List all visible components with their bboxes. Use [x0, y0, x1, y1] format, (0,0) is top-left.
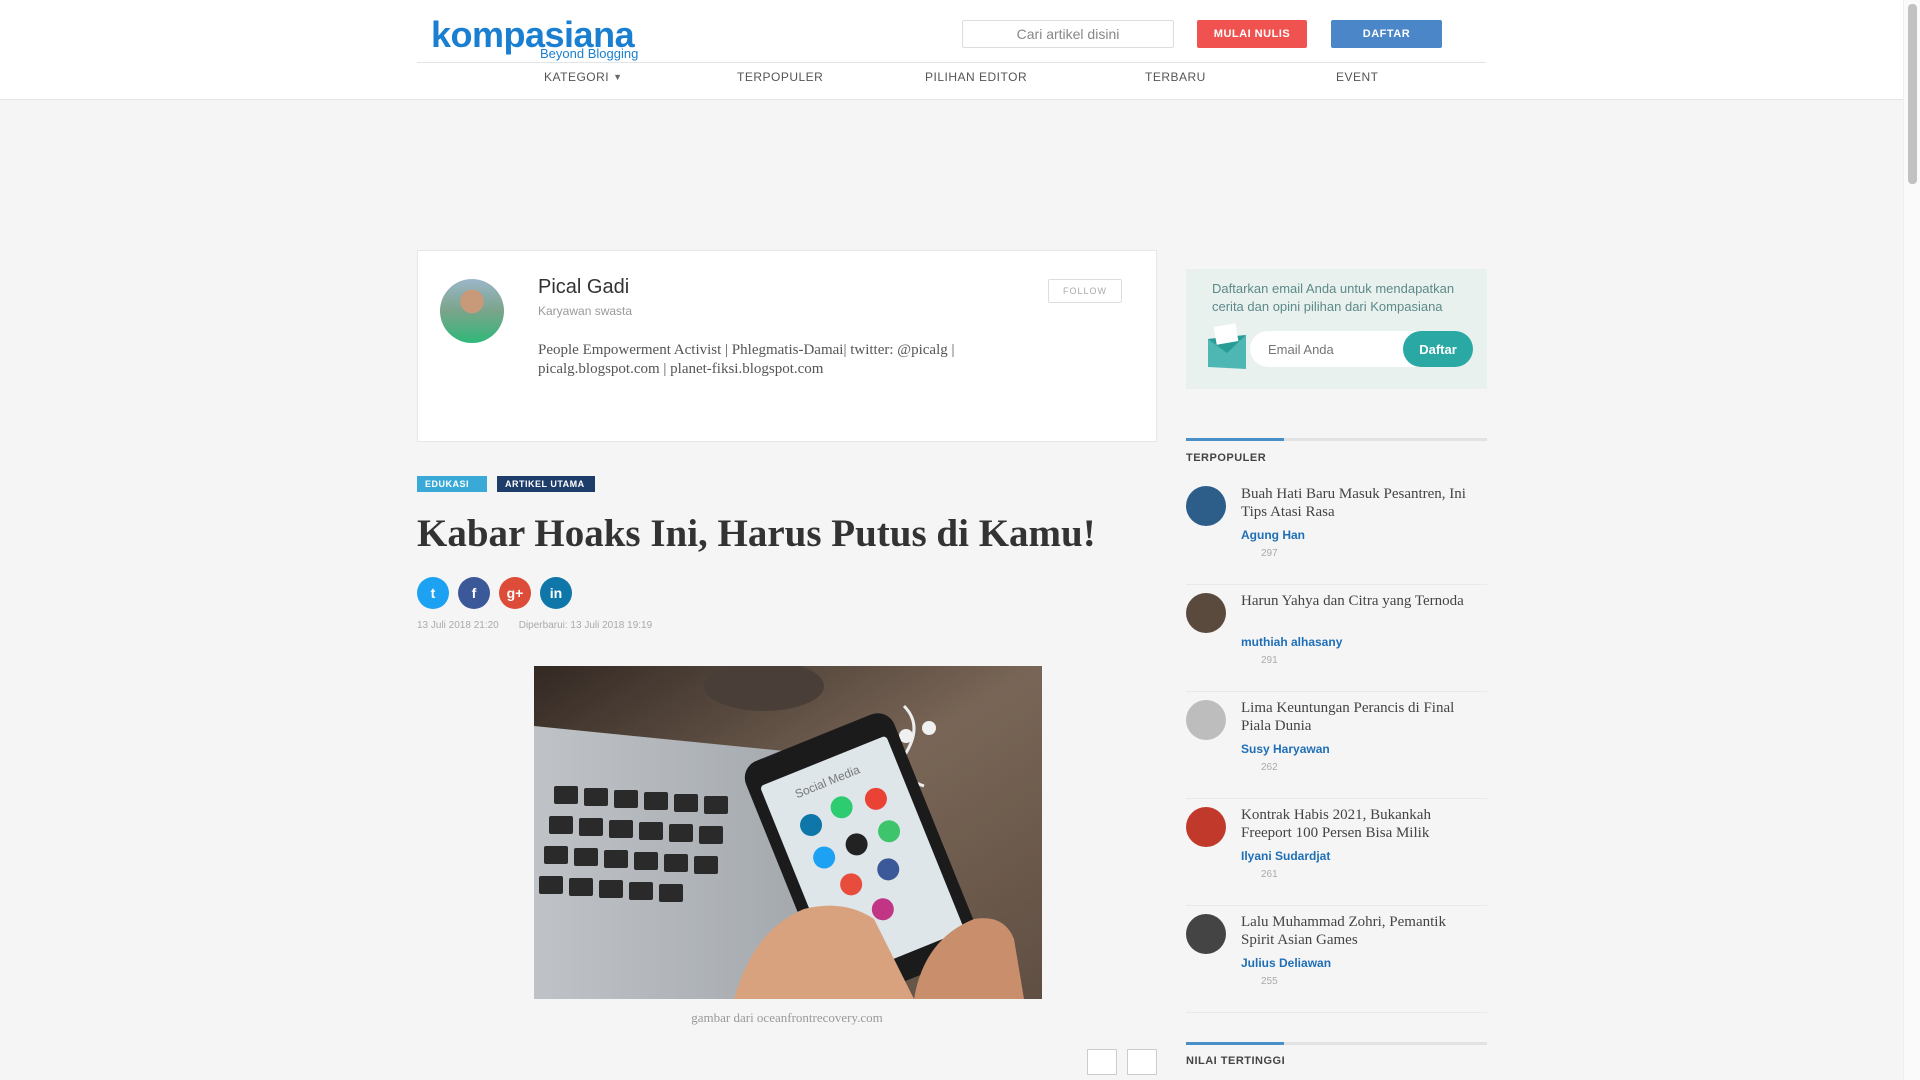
updated-date: Diperbarui: 13 Juli 2018 19:19: [518, 620, 653, 631]
popular-item-views: 255: [1261, 976, 1278, 987]
share-buttons: t f g+ in: [417, 577, 572, 609]
author-thumbnail: [1186, 486, 1226, 526]
list-item[interactable]: Lalu Muhammad Zohri, Pemantik Spirit Asi…: [1186, 906, 1487, 1013]
kompasiana-logo[interactable]: kompasiana Beyond Blogging: [417, 10, 642, 62]
write-article-button[interactable]: MULAI NULIS: [1197, 20, 1307, 48]
newsletter-submit-button[interactable]: Daftar: [1403, 331, 1473, 367]
author-avatar[interactable]: [440, 279, 504, 343]
facebook-icon[interactable]: f: [458, 577, 490, 609]
twitter-icon[interactable]: t: [417, 577, 449, 609]
popular-item-title[interactable]: Lalu Muhammad Zohri, Pemantik Spirit Asi…: [1241, 913, 1471, 949]
envelope-icon: [1208, 323, 1246, 369]
section-accent: [1186, 438, 1284, 441]
popular-item-author[interactable]: muthiah alhasany: [1241, 635, 1342, 649]
tag-edukasi[interactable]: EDUKASI: [417, 476, 487, 492]
nav-item-pilihan-editor[interactable]: PILIHAN EDITOR: [925, 70, 1027, 84]
popular-item-title[interactable]: Buah Hati Baru Masuk Pesantren, Ini Tips…: [1241, 485, 1471, 521]
author-thumbnail: [1186, 593, 1226, 633]
search-box[interactable]: [962, 20, 1174, 48]
author-thumbnail: [1186, 914, 1226, 954]
linkedin-icon[interactable]: in: [540, 577, 572, 609]
popular-item-views: 291: [1261, 655, 1278, 666]
image-caption: gambar dari oceanfrontrecovery.com: [691, 1010, 883, 1025]
page-scrollbar[interactable]: [1903, 0, 1920, 1080]
article-title: Kabar Hoaks Ini, Harus Putus di Kamu!: [417, 512, 1096, 555]
popular-item-author[interactable]: Ilyani Sudardjat: [1241, 849, 1330, 863]
chevron-down-icon: ▼: [613, 72, 623, 82]
scrollbar-thumb[interactable]: [1908, 4, 1917, 184]
popular-item-views: 297: [1261, 548, 1278, 559]
top-rated-section-bar: [1186, 1042, 1487, 1045]
popular-item-title[interactable]: Kontrak Habis 2021, Bukankah Freeport 10…: [1241, 806, 1471, 842]
nav-item-event[interactable]: EVENT: [1336, 70, 1379, 84]
author-name[interactable]: Pical Gadi: [538, 276, 629, 299]
pager-buttons: [1087, 1049, 1157, 1075]
popular-item-title[interactable]: Harun Yahya dan Citra yang Ternoda: [1241, 592, 1471, 610]
author-thumbnail: [1186, 807, 1226, 847]
popular-item-title[interactable]: Lima Keuntungan Perancis di Final Piala …: [1241, 699, 1471, 735]
popular-item-author[interactable]: Julius Deliawan: [1241, 956, 1331, 970]
author-bio: People Empowerment Activist | Phlegmatis…: [538, 342, 955, 377]
logo-tagline: Beyond Blogging: [540, 46, 639, 61]
list-item[interactable]: Buah Hati Baru Masuk Pesantren, Ini Tips…: [1186, 478, 1487, 585]
register-button[interactable]: DAFTAR: [1331, 20, 1442, 48]
section-accent: [1186, 1042, 1284, 1045]
top-rated-section-title: NILAI TERTINGGI: [1186, 1055, 1286, 1067]
popular-item-views: 261: [1261, 869, 1278, 880]
popular-item-views: 262: [1261, 762, 1278, 773]
newsletter-text: Daftarkan email Anda untuk mendapatkan c…: [1212, 281, 1455, 314]
nav-item-kategori[interactable]: KATEGORI ▼: [544, 70, 623, 84]
list-item[interactable]: Kontrak Habis 2021, Bukankah Freeport 10…: [1186, 799, 1487, 906]
nav-item-terpopuler[interactable]: TERPOPULER: [737, 70, 823, 84]
list-item[interactable]: Harun Yahya dan Citra yang Ternoda muthi…: [1186, 585, 1487, 692]
prev-button[interactable]: [1087, 1049, 1117, 1075]
article-tags: EDUKASI ARTIKEL UTAMA: [417, 476, 595, 492]
popular-list: Buah Hati Baru Masuk Pesantren, Ini Tips…: [1186, 478, 1487, 1013]
next-button[interactable]: [1127, 1049, 1157, 1075]
list-item[interactable]: Lima Keuntungan Perancis di Final Piala …: [1186, 692, 1487, 799]
article-meta: 13 Juli 2018 21:20 Diperbarui: 13 Juli 2…: [417, 620, 652, 631]
phone-laptop-illustration: Social Media: [534, 666, 1042, 999]
popular-section-bar: [1186, 438, 1487, 441]
popular-item-author[interactable]: Agung Han: [1241, 528, 1305, 542]
popular-section-title: TERPOPULER: [1186, 452, 1267, 464]
site-header: kompasiana Beyond Blogging MULAI NULIS D…: [0, 0, 1920, 100]
article-hero-image: Social Media: [534, 666, 1042, 999]
main-nav: KATEGORI ▼ TERPOPULER PILIHAN EDITOR TER…: [417, 70, 1486, 90]
tag-artikel-utama[interactable]: ARTIKEL UTAMA: [497, 476, 595, 492]
google-plus-icon[interactable]: g+: [499, 577, 531, 609]
nav-divider: [417, 62, 1486, 63]
author-role: Karyawan swasta: [538, 304, 633, 318]
newsletter-box: Daftarkan email Anda untuk mendapatkan c…: [1186, 269, 1487, 389]
author-thumbnail: [1186, 700, 1226, 740]
author-card: Pical Gadi Karyawan swasta People Empowe…: [417, 250, 1157, 442]
popular-item-author[interactable]: Susy Haryawan: [1241, 742, 1330, 756]
publish-date: 13 Juli 2018 21:20: [417, 620, 499, 631]
nav-label-kategori: KATEGORI: [544, 70, 610, 84]
search-input[interactable]: [973, 26, 1163, 42]
nav-item-terbaru[interactable]: TERBARU: [1145, 70, 1206, 84]
follow-button[interactable]: FOLLOW: [1048, 279, 1122, 303]
